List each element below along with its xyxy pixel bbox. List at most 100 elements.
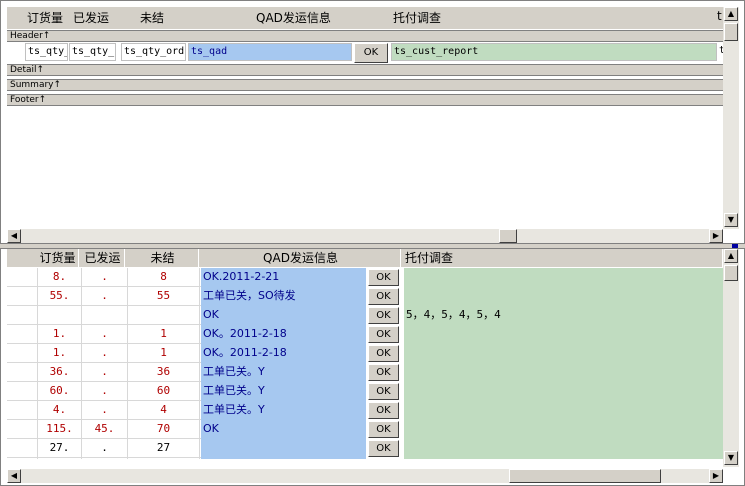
cell-cust-report[interactable] [404, 420, 723, 439]
cell-qad-info[interactable]: 工单已关。Y [201, 401, 366, 420]
arrow-left-icon[interactable]: ◀ [7, 469, 21, 483]
field-ts-qty[interactable]: ts_qty_ [25, 43, 68, 61]
cell-shipped[interactable]: . [82, 325, 127, 344]
band-summary[interactable]: Summary↑ [7, 79, 723, 91]
design-vertical-scrollbar[interactable]: ▲ ▼ [723, 7, 739, 229]
row-ok-button[interactable]: OK [368, 421, 399, 438]
cell-cust-report[interactable] [404, 268, 723, 287]
row-ok-button[interactable]: OK [368, 383, 399, 400]
cell-shipped[interactable]: . [82, 287, 127, 306]
cell-qty[interactable]: 115. [38, 420, 81, 439]
cell-cust-report[interactable] [404, 382, 723, 401]
field-ts-qty-s[interactable]: ts_qty_s [69, 43, 116, 61]
arrow-down-icon[interactable]: ▼ [724, 451, 738, 465]
arrow-up-icon[interactable]: ▲ [724, 7, 738, 21]
cell-shipped[interactable]: . [82, 363, 127, 382]
grid-horizontal-scrollbar[interactable]: ◀ ▶ [7, 469, 723, 483]
row-ok-button[interactable]: OK [368, 326, 399, 343]
cell-qty[interactable]: 60. [38, 382, 81, 401]
cell-qad-info[interactable]: OK [201, 306, 366, 325]
grid-header-shipped[interactable]: 已发运 [81, 249, 125, 267]
row-ok-button[interactable]: OK [368, 269, 399, 286]
cell-qad-info[interactable]: 工单已关，SO待发 [201, 287, 366, 306]
row-ok-button[interactable]: OK [368, 440, 399, 457]
design-header-cust-report[interactable]: 托付调查 [393, 9, 441, 26]
cell-open[interactable]: 1 [128, 344, 199, 363]
design-horizontal-scrollbar[interactable]: ◀ ▶ [7, 229, 723, 243]
design-hscroll-thumb[interactable] [499, 229, 517, 243]
cell-open[interactable]: 70 [128, 420, 199, 439]
cell-qty[interactable]: 1. [38, 344, 81, 363]
cell-shipped[interactable]: . [82, 382, 127, 401]
design-header-open[interactable]: 未结 [140, 9, 164, 26]
cell-shipped[interactable]: . [82, 344, 127, 363]
cell-open[interactable]: 27 [128, 439, 199, 458]
grid-header-open[interactable]: 未结 [127, 249, 199, 267]
cell-open[interactable]: 36 [128, 363, 199, 382]
arrow-right-icon[interactable]: ▶ [709, 229, 723, 243]
grid-vscroll-thumb[interactable] [724, 265, 738, 281]
cell-open[interactable]: 8 [128, 268, 199, 287]
cell-open[interactable]: 60 [128, 382, 199, 401]
datawindow-design-pane[interactable]: 订货量 已发运 未结 QAD发运信息 托付调查 t Header↑ ts_qty… [0, 0, 745, 244]
cell-open[interactable]: 55 [128, 287, 199, 306]
design-vscroll-thumb[interactable] [724, 23, 738, 41]
cell-cust-report[interactable] [404, 363, 723, 382]
cell-qty[interactable]: 8. [38, 268, 81, 287]
row-ok-button[interactable]: OK [368, 364, 399, 381]
cell-shipped[interactable]: . [82, 268, 127, 287]
design-header-extra[interactable]: t [717, 9, 722, 23]
grid-header-cust-report[interactable]: 托付调查 [403, 249, 723, 267]
grid-header-qty[interactable]: 订货量 [37, 249, 79, 267]
field-ts-qad[interactable]: ts_qad [188, 43, 352, 61]
cell-shipped[interactable]: 45. [82, 420, 127, 439]
cell-qad-info[interactable]: OK。2011-2-18 [201, 325, 366, 344]
cell-qty[interactable]: 27. [38, 439, 81, 458]
cell-open[interactable]: 4 [128, 401, 199, 420]
cell-qty[interactable]: 36. [38, 363, 81, 382]
cell-qty[interactable]: 4. [38, 401, 81, 420]
arrow-left-icon[interactable]: ◀ [7, 229, 21, 243]
cell-qad-info[interactable]: 工单已关。Y [201, 363, 366, 382]
cell-shipped[interactable] [82, 306, 127, 325]
row-ok-button[interactable]: OK [368, 402, 399, 419]
cell-qad-info[interactable] [201, 439, 366, 458]
cell-qty[interactable]: 55. [38, 287, 81, 306]
cell-qad-info[interactable]: OK.2011-2-21 [201, 268, 366, 287]
arrow-up-icon[interactable]: ▲ [724, 249, 738, 263]
cell-shipped[interactable]: . [82, 401, 127, 420]
field-ts-cust-report[interactable]: ts_cust_report [391, 43, 717, 61]
grid-vertical-scrollbar[interactable]: ▲ ▼ [723, 249, 739, 467]
row-separator [7, 457, 201, 458]
design-header-qad[interactable]: QAD发运信息 [256, 9, 331, 26]
cell-cust-report[interactable] [404, 401, 723, 420]
cell-qty[interactable] [38, 306, 81, 325]
band-header[interactable]: Header↑ [7, 30, 723, 42]
cell-shipped[interactable]: . [82, 439, 127, 458]
cell-cust-report[interactable] [404, 439, 723, 458]
row-ok-button[interactable]: OK [368, 345, 399, 362]
cell-cust-report[interactable]: 5，4，5，4，5，4 [404, 306, 723, 325]
band-detail[interactable]: Detail↑ [7, 64, 723, 76]
cell-qty[interactable]: 1. [38, 325, 81, 344]
grid-header-qad[interactable]: QAD发运信息 [201, 249, 401, 267]
design-header-shipped[interactable]: 已发运 [73, 9, 109, 26]
cell-cust-report[interactable] [404, 325, 723, 344]
cell-open[interactable]: 1 [128, 325, 199, 344]
datawindow-preview-grid[interactable]: 订货量 已发运 未结 QAD发运信息 托付调查 8.. 8 OK.2011-2-21… [0, 248, 745, 486]
band-footer[interactable]: Footer↑ [7, 94, 723, 106]
cell-cust-report[interactable] [404, 344, 723, 363]
cell-qad-info[interactable]: 工单已关。Y [201, 382, 366, 401]
design-header-qty[interactable]: 订货量 [27, 9, 63, 26]
arrow-down-icon[interactable]: ▼ [724, 213, 738, 227]
row-ok-button[interactable]: OK [368, 288, 399, 305]
cell-open[interactable] [128, 306, 199, 325]
grid-hscroll-thumb[interactable] [509, 469, 661, 483]
arrow-right-icon[interactable]: ▶ [709, 469, 723, 483]
cell-qad-info[interactable]: OK [201, 420, 366, 439]
cell-cust-report[interactable] [404, 287, 723, 306]
cell-qad-info[interactable]: OK。2011-2-18 [201, 344, 366, 363]
row-ok-button[interactable]: OK [368, 307, 399, 324]
design-ok-button[interactable]: OK [354, 43, 388, 63]
field-ts-qty-ord[interactable]: ts_qty_ord [121, 43, 186, 61]
